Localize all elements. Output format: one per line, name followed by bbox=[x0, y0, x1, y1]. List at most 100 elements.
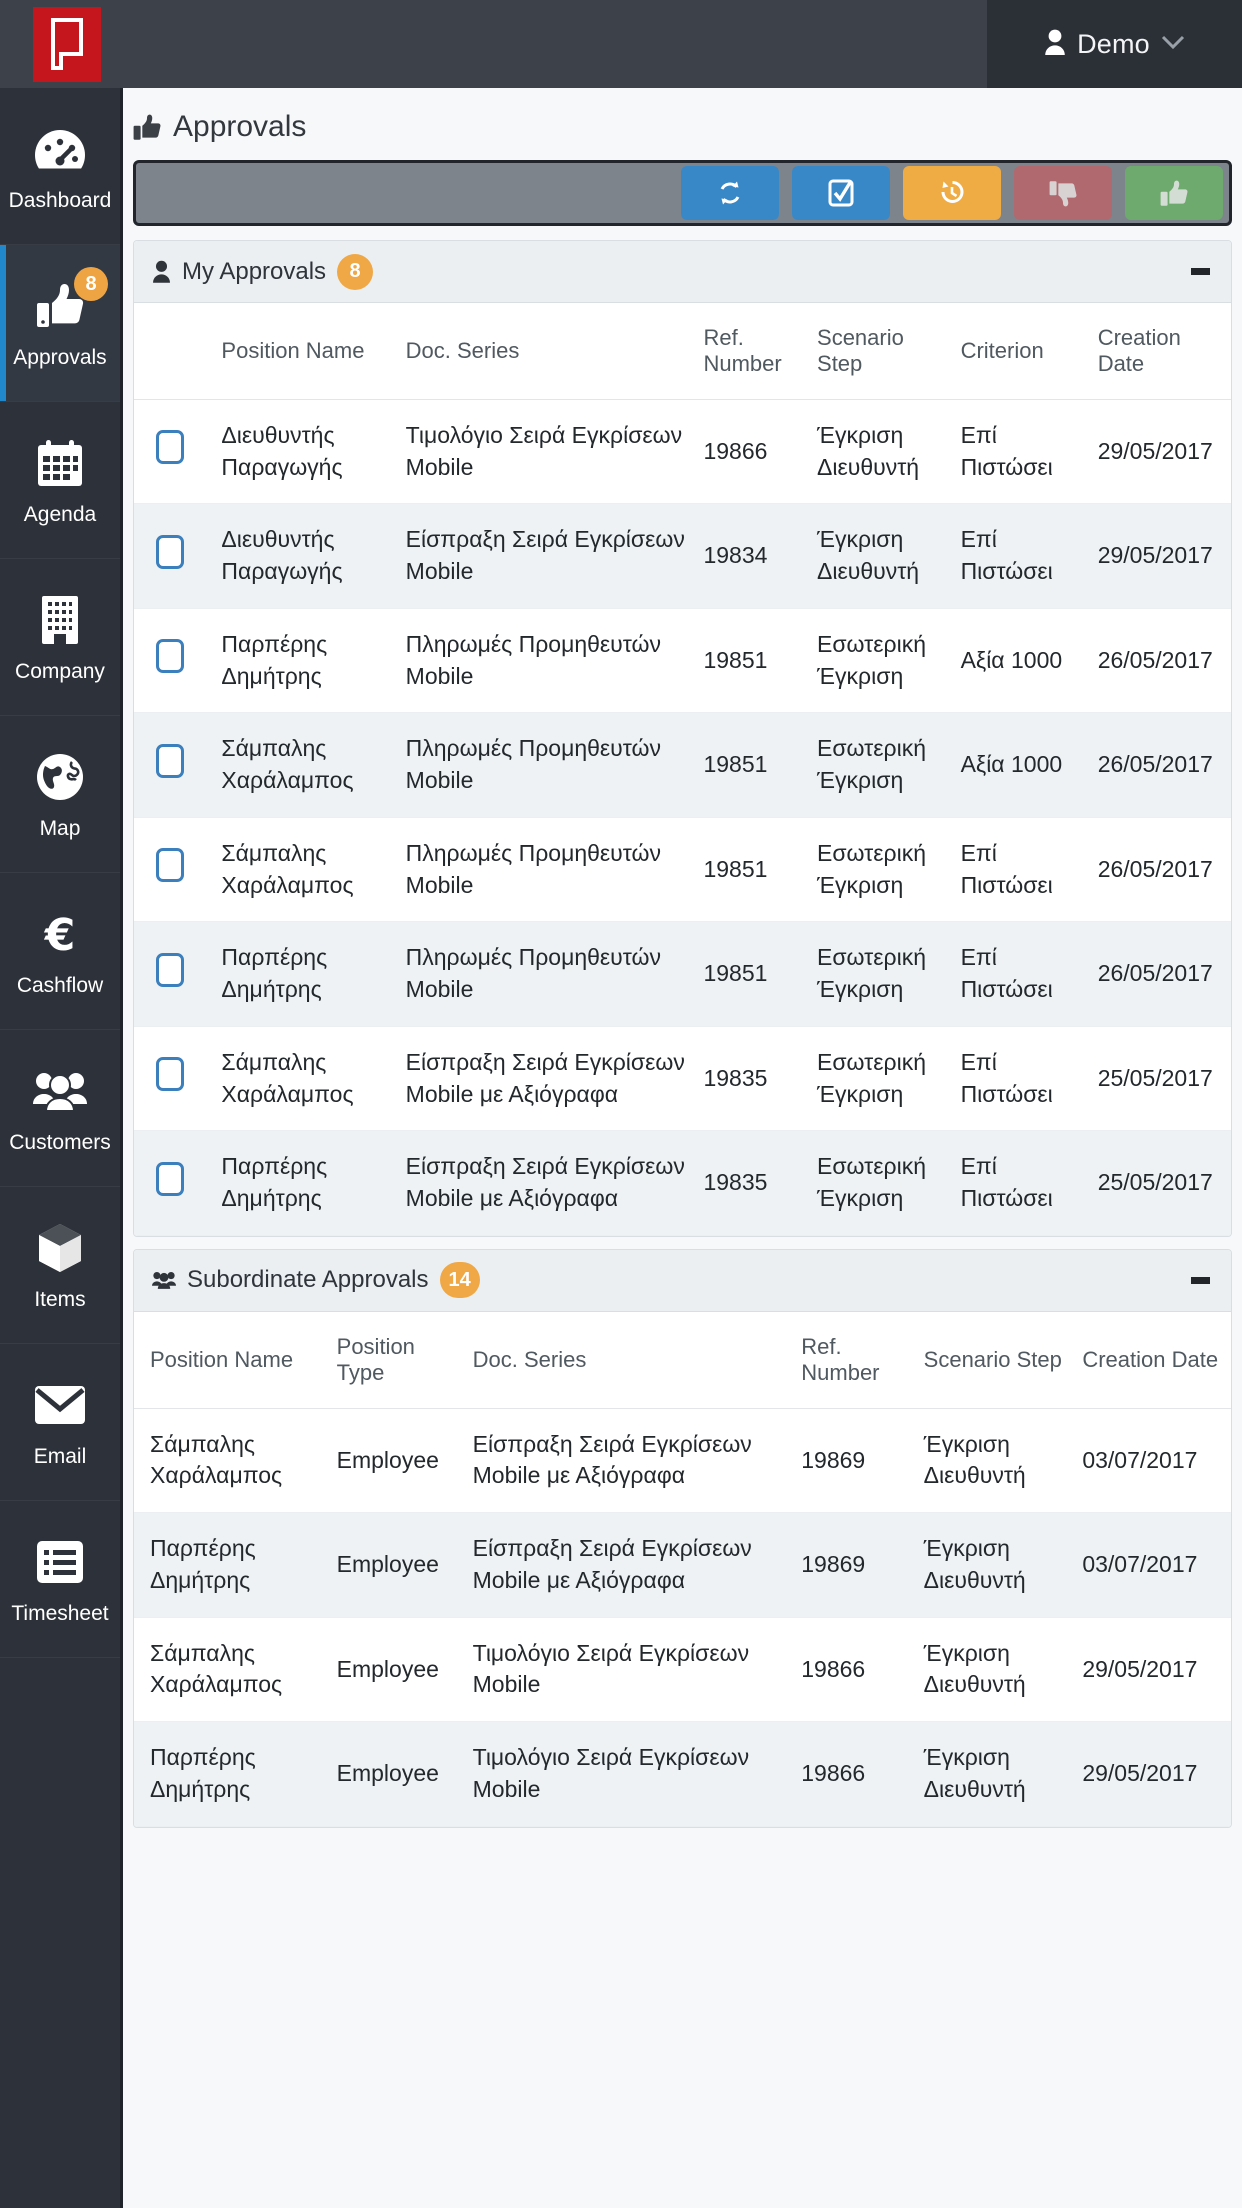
refresh-button[interactable] bbox=[681, 166, 779, 220]
minus-icon bbox=[1190, 268, 1210, 275]
table-row[interactable]: Παρπέρης Δημήτρης Πληρωμές Προμηθευτών Mo… bbox=[134, 921, 1231, 1027]
brand-logo-icon[interactable] bbox=[33, 6, 101, 82]
table-row[interactable]: Παρπέρης Δημήτρης Πληρωμές Προμηθευτών Mo… bbox=[134, 608, 1231, 714]
cell-creation-date: 29/05/2017 bbox=[1072, 1617, 1231, 1723]
cell-ref-number: 19869 bbox=[791, 1512, 914, 1618]
thumbs-up-icon bbox=[133, 114, 161, 141]
row-checkbox[interactable] bbox=[156, 1057, 184, 1092]
sidebar-item-label: Cashflow bbox=[16, 973, 104, 997]
cell-position-type: Employee bbox=[326, 1721, 463, 1827]
row-checkbox[interactable] bbox=[156, 1161, 184, 1196]
row-checkbox[interactable] bbox=[156, 430, 184, 465]
cell-doc-series: Τιμολόγιο Σειρά Εγκρίσεων Mobile bbox=[399, 399, 698, 505]
cell-creation-date: 29/05/2017 bbox=[1091, 503, 1231, 609]
row-checkbox[interactable] bbox=[156, 639, 184, 674]
row-checkbox[interactable] bbox=[156, 952, 184, 987]
sidebar-item-cashflow[interactable]: € Cashflow bbox=[0, 873, 120, 1030]
column-header: Ref. Number bbox=[697, 303, 812, 400]
sidebar-item-label: Customers bbox=[9, 1130, 111, 1154]
table-row[interactable]: Σάμπαλης Χαράλαμπος Πληρωμές Προμηθευτών … bbox=[134, 712, 1231, 818]
sidebar-item-timesheet[interactable]: Timesheet bbox=[0, 1501, 120, 1658]
cell-criterion: Επί Πιστώσει bbox=[954, 817, 1092, 923]
cell-doc-series: Πληρωμές Προμηθευτών Mobile bbox=[399, 712, 698, 818]
cell-doc-series: Πληρωμές Προμηθευτών Mobile bbox=[399, 921, 698, 1027]
my-approvals-count: 8 bbox=[337, 253, 374, 290]
cell-creation-date: 26/05/2017 bbox=[1091, 608, 1231, 714]
cell-doc-series: Είσπραξη Σειρά Εγκρίσεων Mobile bbox=[399, 503, 698, 609]
panel-title: My Approvals bbox=[182, 257, 327, 285]
cell-creation-date: 29/05/2017 bbox=[1072, 1721, 1231, 1827]
sidebar-item-approvals[interactable]: 8 Approvals bbox=[0, 245, 120, 402]
table-header-row: Position Name Doc. Series Ref. Number Scena… bbox=[134, 303, 1231, 400]
check-square-icon bbox=[828, 179, 854, 207]
cell-ref-number: 19851 bbox=[697, 608, 812, 714]
cell-ref-number: 19866 bbox=[697, 399, 812, 505]
sidebar-item-label: Agenda bbox=[23, 502, 97, 526]
minus-icon bbox=[1190, 1276, 1210, 1284]
user-name: Demo bbox=[1077, 28, 1150, 59]
approve-button[interactable] bbox=[1125, 166, 1223, 220]
cell-criterion: Αξία 1000 bbox=[954, 712, 1092, 818]
cell-position-name: Διευθυντής Παραγωγής bbox=[215, 503, 400, 609]
row-checkbox-cell bbox=[134, 1026, 216, 1132]
cell-ref-number: 19866 bbox=[791, 1617, 914, 1723]
cell-position-name: Σάμπαλης Χαράλαμπος bbox=[134, 1408, 327, 1514]
sidebar-item-items[interactable]: Items bbox=[0, 1187, 120, 1344]
column-header-select bbox=[134, 303, 216, 400]
cell-ref-number: 19834 bbox=[697, 503, 812, 609]
sidebar: Dashboard 8 Approvals Agenda Company Map… bbox=[0, 88, 120, 2208]
row-checkbox[interactable] bbox=[156, 534, 184, 569]
row-checkbox-cell bbox=[134, 1130, 216, 1236]
user-menu[interactable]: Demo bbox=[987, 0, 1242, 88]
select-all-button[interactable] bbox=[792, 166, 890, 220]
cell-scenario-step: Εσωτερική Έγκριση bbox=[811, 921, 955, 1027]
table-header-row: Position Name Position Type Doc. Series Ref… bbox=[134, 1311, 1231, 1409]
refresh-icon bbox=[717, 180, 743, 206]
table-row[interactable]: Σάμπαλης Χαράλαμπος Πληρωμές Προμηθευτών … bbox=[134, 817, 1231, 923]
row-checkbox-cell bbox=[134, 817, 216, 923]
sidebar-item-label: Approvals bbox=[13, 345, 107, 369]
chevron-down-icon[interactable] bbox=[1161, 34, 1185, 55]
table-row[interactable]: Σάμπαλης Χαράλαμπος Employee Τιμολόγιο Σει… bbox=[134, 1617, 1231, 1723]
cell-scenario-step: Εσωτερική Έγκριση bbox=[811, 608, 955, 714]
cell-doc-series: Είσπραξη Σειρά Εγκρίσεων Mobile με Αξιόγ… bbox=[399, 1026, 698, 1132]
table-row[interactable]: Παρπέρης Δημήτρης Employee Είσπραξη Σειρά … bbox=[134, 1512, 1231, 1618]
user-icon bbox=[1044, 28, 1066, 61]
brand-zone bbox=[0, 0, 987, 88]
body-row: Dashboard 8 Approvals Agenda Company Map… bbox=[0, 88, 1242, 2208]
cell-criterion: Επί Πιστώσει bbox=[954, 1130, 1092, 1236]
sidebar-item-email[interactable]: Email bbox=[0, 1344, 120, 1501]
cell-position-name: Σάμπαλης Χαράλαμπος bbox=[215, 1026, 400, 1132]
column-header: Creation Date bbox=[1072, 1311, 1231, 1409]
column-header: Scenario Step bbox=[913, 1311, 1073, 1409]
row-checkbox[interactable] bbox=[156, 848, 184, 883]
sidebar-item-label: Dashboard bbox=[8, 188, 112, 212]
table-row[interactable]: Σάμπαλης Χαράλαμπος Είσπραξη Σειρά Εγκρίσ… bbox=[134, 1026, 1231, 1132]
table-row[interactable]: Διευθυντής Παραγωγής Είσπραξη Σειρά Εγκρί… bbox=[134, 503, 1231, 609]
content-area: Approvals My Approvals 8 Position Name D… bbox=[120, 88, 1242, 2208]
cell-ref-number: 19866 bbox=[791, 1721, 914, 1827]
table-row[interactable]: Διευθυντής Παραγωγής Τιμολόγιο Σειρά Εγκρ… bbox=[134, 399, 1231, 505]
sidebar-item-customers[interactable]: Customers bbox=[0, 1030, 120, 1187]
cell-scenario-step: Έγκριση Διευθυντή bbox=[811, 399, 955, 505]
table-row[interactable]: Σάμπαλης Χαράλαμπος Employee Είσπραξη Σειρ… bbox=[134, 1408, 1231, 1514]
reject-button[interactable] bbox=[1014, 166, 1112, 220]
sidebar-item-agenda[interactable]: Agenda bbox=[0, 402, 120, 559]
row-checkbox-cell bbox=[134, 399, 216, 505]
row-checkbox[interactable] bbox=[156, 743, 184, 778]
cell-creation-date: 25/05/2017 bbox=[1091, 1026, 1231, 1132]
collapse-my-approvals-button[interactable] bbox=[1187, 259, 1213, 285]
sidebar-item-map[interactable]: Map bbox=[0, 716, 120, 873]
table-row[interactable]: Παρπέρης Δημήτρης Employee Τιμολόγιο Σειρά… bbox=[134, 1721, 1231, 1827]
table-row[interactable]: Παρπέρης Δημήτρης Είσπραξη Σειρά Εγκρίσεω… bbox=[134, 1130, 1231, 1236]
sidebar-item-company[interactable]: Company bbox=[0, 559, 120, 716]
person-icon bbox=[152, 259, 171, 284]
page-title: Approvals bbox=[173, 110, 307, 143]
sidebar-badge-approvals: 8 bbox=[74, 267, 108, 301]
sidebar-item-dashboard[interactable]: Dashboard bbox=[0, 88, 120, 245]
collapse-subordinate-approvals-button[interactable] bbox=[1187, 1267, 1213, 1293]
cell-position-type: Employee bbox=[326, 1408, 463, 1514]
envelope-icon bbox=[34, 1378, 86, 1432]
cell-position-name: Σάμπαλης Χαράλαμπος bbox=[215, 817, 400, 923]
history-button[interactable] bbox=[903, 166, 1001, 220]
